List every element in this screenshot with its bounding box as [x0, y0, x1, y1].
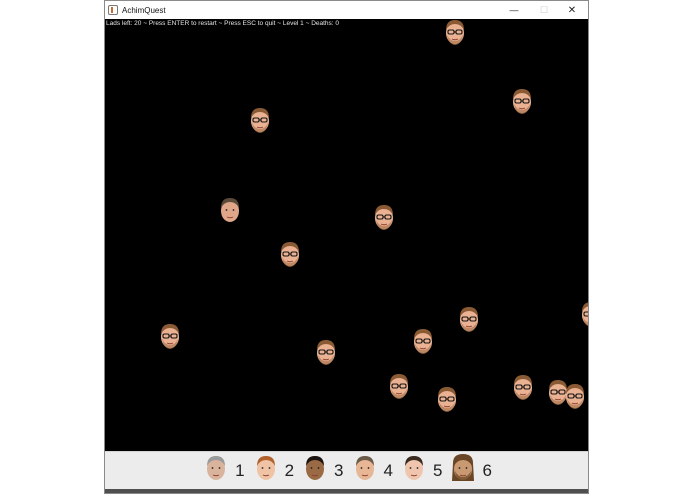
- bearded-face-with-glasses-icon: [410, 326, 436, 356]
- character-slot-number: 5: [432, 460, 443, 480]
- character-slot-number: 3: [334, 460, 344, 480]
- bearded-face-with-glasses-icon: [578, 299, 588, 329]
- bearded-face-with-glasses-icon: [456, 304, 482, 334]
- bearded-face-with-glasses-icon: [157, 321, 183, 351]
- hud-status-text: Lads left: 20 ~ Press ENTER to restart ~…: [106, 20, 340, 27]
- bearded-face-with-glasses-icon: [442, 19, 468, 47]
- dark-haired-man-face-icon: [302, 453, 328, 488]
- red-haired-man-face-icon: [253, 453, 279, 488]
- title-bar[interactable]: AchimQuest — ☐ ✕: [105, 1, 588, 19]
- bearded-face-with-glasses-icon: [371, 202, 397, 232]
- smiling-man-face-icon: [352, 453, 378, 488]
- character-slot-number: 2: [284, 460, 295, 480]
- java-app-icon: [108, 5, 118, 15]
- long-haired-bearded-man-face-icon: [450, 453, 476, 488]
- game-window: AchimQuest — ☐ ✕ Lads left: 20 ~ Press E…: [104, 0, 589, 494]
- character-slot-1[interactable]: 1: [203, 453, 245, 488]
- character-slot-number: 6: [482, 460, 492, 480]
- character-slot-6[interactable]: 6: [450, 453, 492, 488]
- young-man-face-icon: [401, 453, 427, 488]
- character-slot-number: 1: [235, 460, 245, 480]
- close-button[interactable]: ✕: [558, 1, 586, 19]
- bearded-face-with-glasses-icon: [510, 372, 536, 402]
- minimize-button[interactable]: —: [500, 1, 528, 19]
- taskbar-strip: [105, 489, 588, 493]
- character-slot-4[interactable]: 4: [352, 453, 393, 488]
- bearded-face-with-glasses-icon: [562, 381, 588, 411]
- bearded-face-with-glasses-icon: [434, 384, 460, 414]
- bearded-face-with-glasses-icon: [313, 337, 339, 367]
- character-slot-5[interactable]: 5: [401, 453, 442, 488]
- game-canvas[interactable]: Lads left: 20 ~ Press ENTER to restart ~…: [105, 19, 588, 451]
- window-title: AchimQuest: [122, 5, 166, 15]
- bearded-face-with-glasses-icon: [509, 86, 535, 116]
- gray-haired-man-face-icon: [203, 453, 229, 488]
- bearded-face-with-glasses-icon: [247, 105, 273, 135]
- maximize-button[interactable]: ☐: [530, 1, 558, 19]
- bearded-face-with-glasses-icon: [277, 239, 303, 269]
- character-slot-3[interactable]: 3: [302, 453, 344, 488]
- character-slot-number: 4: [383, 460, 393, 480]
- character-select-bar: 1 2 3 4 5 6: [105, 451, 588, 489]
- bearded-face-with-glasses-icon: [386, 371, 412, 401]
- player-face-icon: [217, 195, 243, 225]
- character-slot-2[interactable]: 2: [253, 453, 294, 488]
